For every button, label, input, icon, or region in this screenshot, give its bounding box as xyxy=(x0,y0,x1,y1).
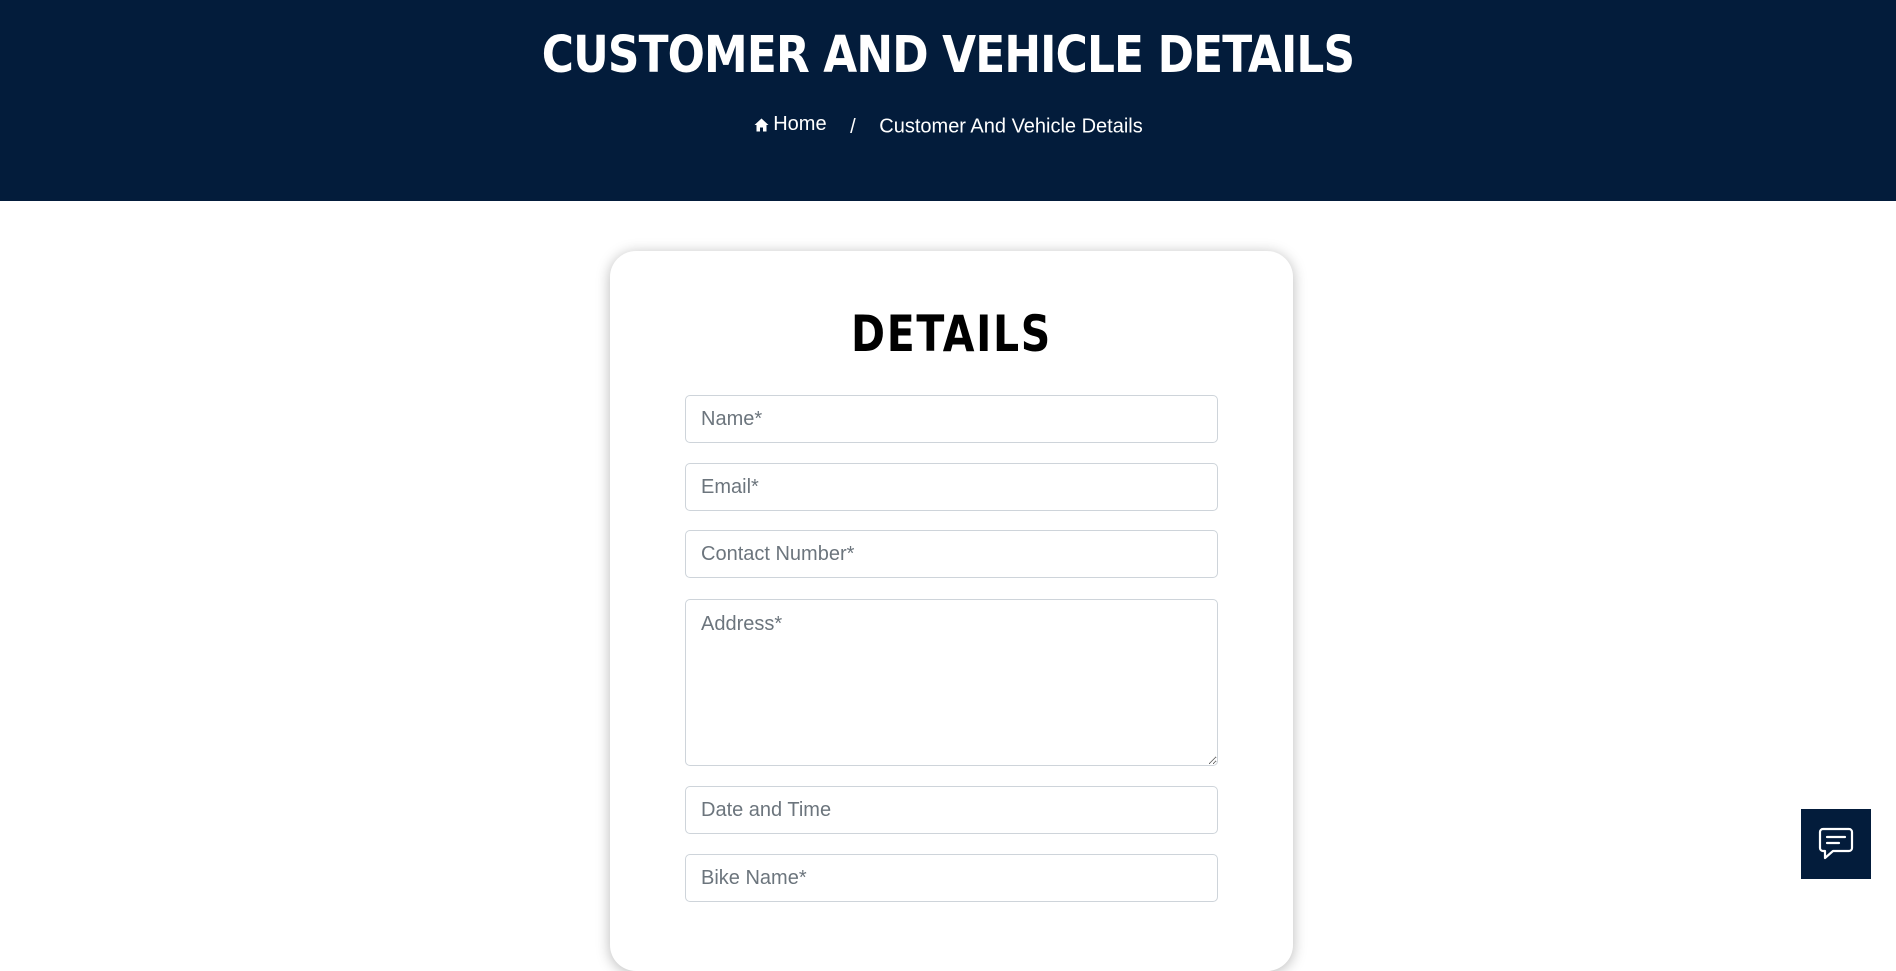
page-title: CUSTOMER AND VEHICLE DETAILS xyxy=(541,26,1355,85)
page-hero: CUSTOMER AND VEHICLE DETAILS Home / Cust… xyxy=(0,0,1896,201)
address-textarea[interactable] xyxy=(685,599,1218,766)
breadcrumb-home-label: Home xyxy=(773,113,827,135)
form-title: DETAILS xyxy=(851,305,1052,363)
breadcrumb-home-link[interactable]: Home xyxy=(753,113,827,136)
name-input[interactable] xyxy=(685,395,1218,443)
date-time-input[interactable] xyxy=(685,786,1218,834)
breadcrumb-current: Customer And Vehicle Details xyxy=(879,115,1143,138)
contact-number-input[interactable] xyxy=(685,530,1218,578)
chat-button[interactable] xyxy=(1801,809,1871,879)
breadcrumb: Home / Customer And Vehicle Details xyxy=(0,113,1896,139)
chat-icon xyxy=(1818,827,1854,860)
home-icon xyxy=(754,118,769,131)
details-card: DETAILS xyxy=(610,251,1293,971)
bike-name-input[interactable] xyxy=(685,854,1218,902)
breadcrumb-separator: / xyxy=(850,115,856,138)
email-input[interactable] xyxy=(685,463,1218,511)
